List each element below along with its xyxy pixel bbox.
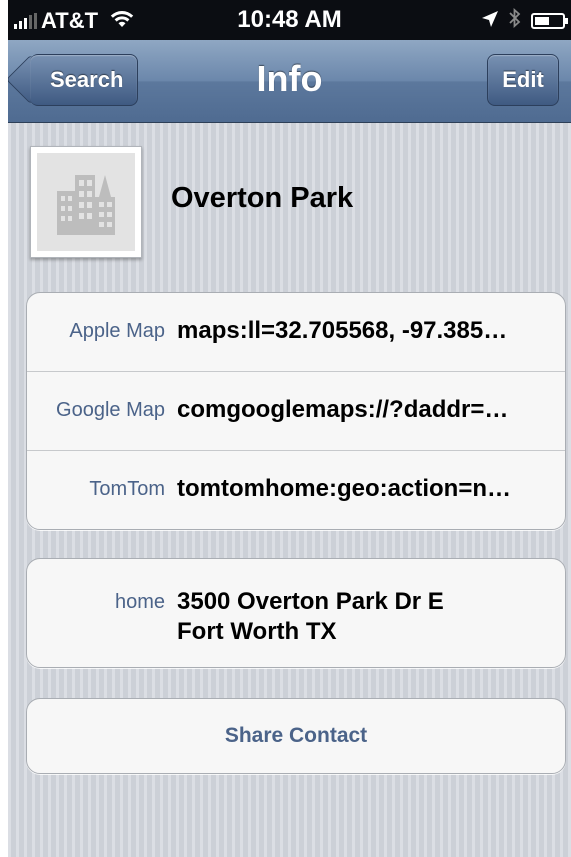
bluetooth-icon [509,7,521,34]
address-line-1: 3500 Overton Park Dr E [177,588,444,615]
url-value: tomtomhome:geo:action=n… [177,475,511,502]
share-contact-button[interactable]: Share Contact [27,699,565,773]
status-right [481,7,568,34]
address-line-2: Fort Worth TX [177,618,337,645]
edit-button[interactable]: Edit [487,54,559,106]
avatar[interactable] [30,146,142,258]
building-icon [37,153,135,251]
share-contact-label: Share Contact [224,724,368,747]
address-value: 3500 Overton Park Dr E Fort Worth TX [177,587,553,647]
url-row-google-map[interactable]: Google Map comgooglemaps://?daddr=… [27,372,565,451]
location-arrow-icon [481,8,499,34]
battery-icon [531,13,568,29]
url-row-tomtom[interactable]: TomTom tomtomhome:geo:action=n… [27,451,565,529]
url-value: maps:ll=32.705568, -97.385… [177,317,508,344]
screen: AT&T 10:48 AM Search Info Edit Overton P… [8,0,571,857]
contact-name: Overton Park [171,182,354,214]
back-button[interactable]: Search [30,54,139,106]
status-bar: AT&T 10:48 AM [8,0,571,40]
url-value: comgooglemaps://?daddr=… [177,396,509,423]
url-label: TomTom [89,478,165,500]
address-group: home 3500 Overton Park Dr E Fort Worth T… [26,558,566,668]
url-row-apple-map[interactable]: Apple Map maps:ll=32.705568, -97.385… [27,293,565,372]
url-label: Apple Map [69,320,165,342]
address-label: home [114,591,165,613]
url-group: Apple Map maps:ll=32.705568, -97.385… Go… [26,292,566,530]
url-label: Google Map [56,399,165,421]
navigation-bar: Search Info Edit [8,40,571,123]
share-group: Share Contact [26,698,566,774]
address-row-home[interactable]: home 3500 Overton Park Dr E Fort Worth T… [27,559,565,667]
